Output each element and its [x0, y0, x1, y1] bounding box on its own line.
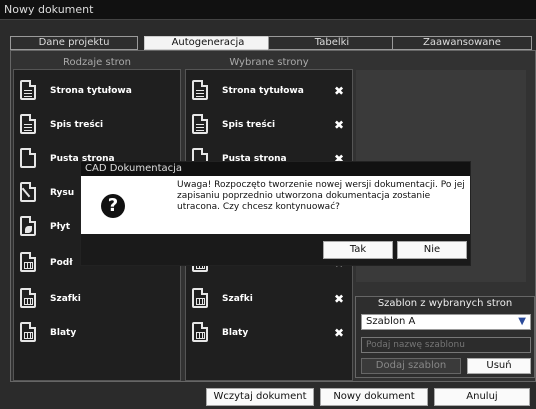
template-name-input[interactable] — [361, 337, 531, 353]
remove-icon[interactable]: ✖ — [334, 326, 344, 340]
list-item[interactable]: Szafki ✖ — [186, 284, 352, 316]
text-document-icon — [192, 80, 208, 100]
add-template-button[interactable]: Dodaj szablon — [361, 358, 461, 374]
list-item[interactable]: Strona tytułowa — [14, 76, 180, 108]
table-document-icon — [20, 288, 36, 308]
remove-icon[interactable]: ✖ — [334, 118, 344, 132]
template-select[interactable]: Szablon A ▼ — [361, 314, 531, 330]
list-item-label: Płyt — [50, 222, 71, 232]
list-item-label: Szafki — [50, 294, 81, 304]
list-item-label: Strona tytułowa — [222, 86, 304, 96]
cancel-button[interactable]: Anuluj — [434, 388, 530, 406]
table-document-icon — [20, 322, 36, 342]
remove-template-button[interactable]: Usuń — [467, 358, 531, 374]
list-item[interactable]: Spis treści ✖ — [186, 110, 352, 142]
list-item[interactable]: Strona tytułowa ✖ — [186, 76, 352, 108]
dialog-footer: Tak Nie — [81, 234, 470, 265]
new-document-button[interactable]: Nowy dokument — [320, 388, 428, 406]
tab-zaawansowane[interactable]: Zaawansowane — [392, 36, 532, 50]
tab-bar: Dane projektu Autogeneracja Tabelki Zaaw… — [10, 36, 536, 50]
template-panel-title: Szablon z wybranych stron — [377, 298, 513, 309]
dialog-body: ? Uwaga! Rozpoczęto tworzenie nowej wers… — [81, 176, 470, 234]
window-title: Nowy dokument — [0, 0, 536, 20]
question-icon: ? — [101, 194, 125, 218]
template-select-value: Szablon A — [366, 316, 416, 327]
list-item-label: Rysu — [50, 188, 75, 198]
tile-document-icon — [20, 216, 36, 236]
text-document-icon — [20, 80, 36, 100]
list-item[interactable]: Blaty — [14, 318, 180, 350]
chevron-down-icon: ▼ — [518, 316, 526, 327]
template-panel: Szablon z wybranych stron Szablon A ▼ Do… — [355, 296, 535, 378]
dialog-title: CAD Dokumentacja — [81, 162, 470, 176]
list-item-label: Szafki — [222, 294, 253, 304]
list-item-label: Spis treści — [50, 120, 104, 130]
list-item-label: Strona tytułowa — [50, 86, 132, 96]
text-document-icon — [20, 114, 36, 134]
yes-button[interactable]: Tak — [323, 241, 393, 259]
remove-icon[interactable]: ✖ — [334, 292, 344, 306]
text-document-icon — [192, 114, 208, 134]
tab-tabelki[interactable]: Tabelki — [268, 36, 396, 50]
list-item-label: Blaty — [222, 328, 249, 338]
list-item[interactable]: Blaty ✖ — [186, 318, 352, 350]
table-document-icon — [192, 322, 208, 342]
no-button[interactable]: Nie — [397, 241, 467, 259]
footer-bar: Wczytaj dokument Nowy dokument Anuluj — [0, 385, 536, 409]
table-document-icon — [192, 288, 208, 308]
list-item[interactable]: Szafki — [14, 284, 180, 316]
list-item-label: Spis treści — [222, 120, 276, 130]
tab-dane-projektu[interactable]: Dane projektu — [10, 36, 138, 50]
list-item-label: Podł — [50, 258, 73, 268]
list-item-label: Blaty — [50, 328, 77, 338]
remove-icon[interactable]: ✖ — [334, 84, 344, 98]
list-item[interactable]: Spis treści — [14, 110, 180, 142]
confirm-dialog: CAD Dokumentacja ? Uwaga! Rozpoczęto two… — [80, 161, 471, 266]
middle-column-header: Wybrane strony — [229, 57, 309, 68]
table-document-icon — [20, 252, 36, 272]
load-document-button[interactable]: Wczytaj dokument — [206, 388, 314, 406]
blank-document-icon — [20, 148, 36, 168]
dialog-message: Uwaga! Rozpoczęto tworzenie nowej wersji… — [177, 180, 465, 212]
tab-autogeneracja[interactable]: Autogeneracja — [144, 36, 272, 50]
drawing-document-icon — [20, 182, 36, 202]
left-column-header: Rodzaje stron — [63, 57, 131, 68]
